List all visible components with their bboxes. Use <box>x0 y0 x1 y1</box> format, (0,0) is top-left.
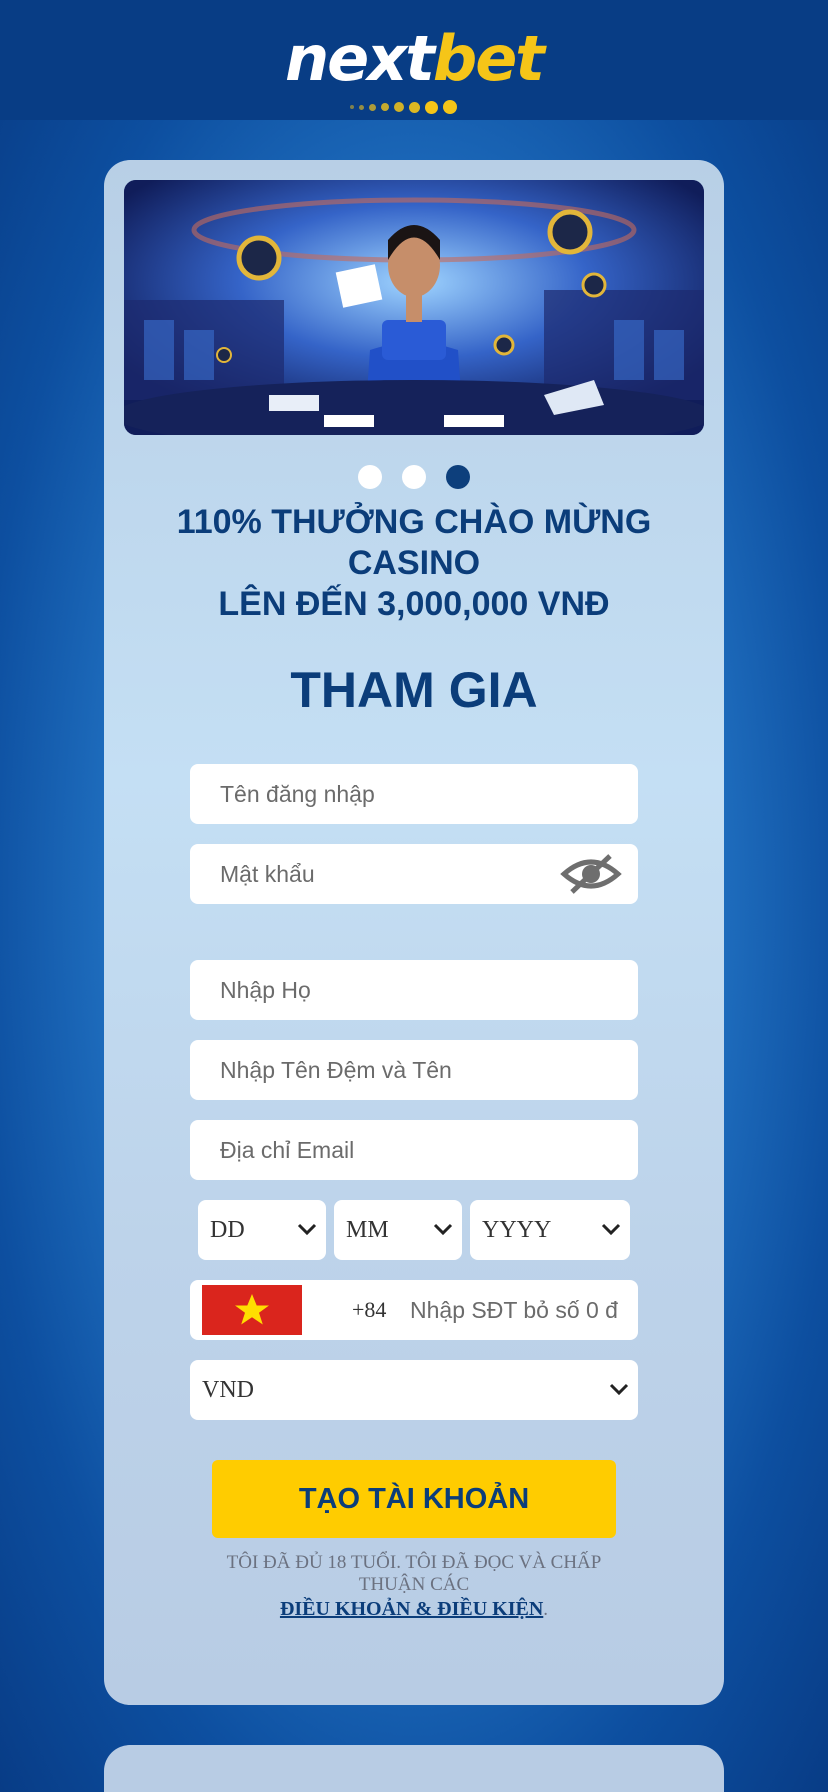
form-title: THAM GIA <box>290 662 538 718</box>
promo-banner-image[interactable] <box>124 180 704 435</box>
create-account-label: TẠO TÀI KHOẢN <box>298 1482 530 1515</box>
dob-month-select[interactable]: MM <box>334 1200 462 1260</box>
password-input[interactable]: Mật khẩu <box>190 844 638 904</box>
email-input[interactable]: Địa chỉ Email <box>190 1120 638 1180</box>
carousel-dots <box>104 465 724 489</box>
chevron-down-icon <box>297 1223 317 1236</box>
chevron-down-icon <box>609 1383 629 1396</box>
dob-year-value: YYYY <box>482 1216 552 1243</box>
nextbet-logo[interactable]: nextbet <box>274 10 554 114</box>
logo-text-bet: bet <box>432 22 545 95</box>
chevron-down-icon <box>433 1223 453 1236</box>
logo-dots-decoration <box>350 100 457 114</box>
lastname-input[interactable]: Nhập Họ <box>190 960 638 1020</box>
dob-year-select[interactable]: YYYY <box>470 1200 630 1260</box>
firstname-input[interactable]: Nhập Tên Đệm và Tên <box>190 1040 638 1100</box>
lastname-placeholder: Nhập Họ <box>220 976 311 1003</box>
firstname-placeholder: Nhập Tên Đệm và Tên <box>220 1056 452 1083</box>
promo-headline: 110% THƯỞNG CHÀO MỪNG CASINO LÊN ĐẾN 3,0… <box>144 502 684 625</box>
create-account-button[interactable]: TẠO TÀI KHOẢN <box>212 1460 616 1538</box>
terms-link[interactable]: ĐIỀU KHOẢN & ĐIỀU KIỆN <box>280 1598 543 1620</box>
dob-day-value: DD <box>210 1216 245 1243</box>
phone-input[interactable]: Nhập SĐT bỏ số 0 đ <box>410 1280 618 1340</box>
terms-text: TÔI ĐÃ ĐỦ 18 TUỔI. TÔI ĐÃ ĐỌC VÀ CHẤP TH… <box>226 1552 602 1595</box>
promo-line-2: LÊN ĐẾN 3,000,000 VNĐ <box>218 585 610 623</box>
logo-text-next: next <box>285 22 435 95</box>
password-placeholder: Mật khẩu <box>220 860 315 887</box>
chevron-down-icon <box>601 1223 621 1236</box>
country-code[interactable]: +84 <box>352 1280 386 1340</box>
registration-card: 110% THƯỞNG CHÀO MỪNG CASINO LÊN ĐẾN 3,0… <box>104 160 724 1705</box>
dob-month-value: MM <box>346 1216 389 1243</box>
username-placeholder: Tên đăng nhập <box>220 780 375 807</box>
terms-period: . <box>543 1599 549 1620</box>
carousel-dot-1[interactable] <box>358 465 382 489</box>
username-input[interactable]: Tên đăng nhập <box>190 764 638 824</box>
dob-day-select[interactable]: DD <box>198 1200 326 1260</box>
currency-select[interactable]: VND <box>190 1360 638 1420</box>
casino-dealer-image <box>124 180 704 435</box>
eye-slash-icon[interactable] <box>560 852 622 896</box>
email-placeholder: Địa chỉ Email <box>220 1136 355 1163</box>
carousel-dot-3[interactable] <box>446 465 470 489</box>
currency-value: VND <box>202 1376 254 1403</box>
vietnam-flag-icon[interactable] <box>202 1285 302 1335</box>
carousel-dot-2[interactable] <box>402 465 426 489</box>
header-bar: nextbet <box>0 0 828 120</box>
terms-notice: TÔI ĐÃ ĐỦ 18 TUỔI. TÔI ĐÃ ĐỌC VÀ CHẤP TH… <box>204 1552 624 1621</box>
secondary-card <box>104 1745 724 1792</box>
promo-line-1: 110% THƯỞNG CHÀO MỪNG CASINO <box>176 503 652 582</box>
phone-field: +84 Nhập SĐT bỏ số 0 đ <box>190 1280 638 1340</box>
